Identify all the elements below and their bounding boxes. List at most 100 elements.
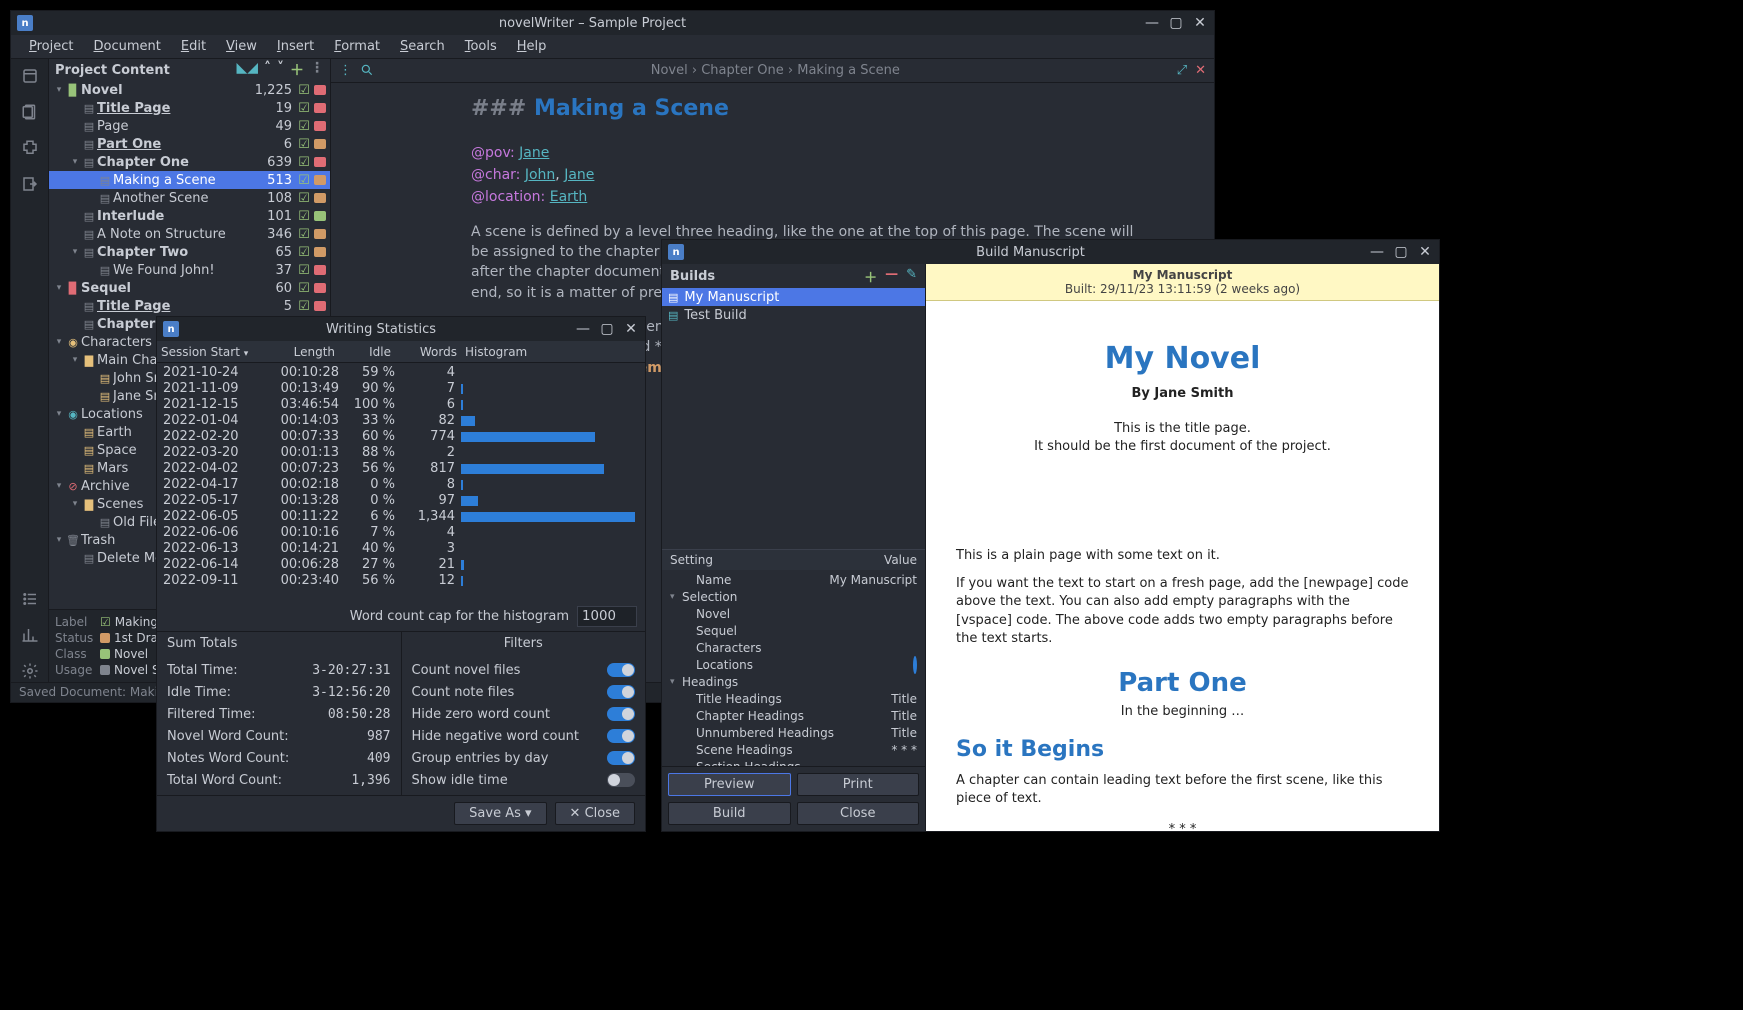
app-icon: n	[163, 321, 179, 337]
maximize-button[interactable]: ▢	[599, 321, 615, 337]
settings-icon[interactable]	[19, 660, 41, 682]
minimize-button[interactable]: —	[575, 321, 591, 337]
maximize-button[interactable]: ▢	[1393, 244, 1409, 260]
setting-row: Sequel	[662, 623, 925, 640]
saveas-button[interactable]: Save As ▾	[454, 802, 546, 825]
setting-row: Section Headings	[662, 759, 925, 767]
close-button[interactable]: ✕	[623, 321, 639, 337]
bookmark-icon[interactable]: ◣◢	[236, 60, 258, 80]
menu-document[interactable]: Document	[84, 36, 171, 57]
setting-row: Chapter HeadingsTitle	[662, 708, 925, 725]
build-button[interactable]: Build	[668, 802, 791, 825]
setting-row: Title HeadingsTitle	[662, 691, 925, 708]
edit-build-icon[interactable]: ✎	[906, 267, 917, 286]
sums-title: Sum Totals	[167, 636, 391, 651]
close-editor-icon[interactable]: ✕	[1195, 63, 1206, 78]
menu-project[interactable]: Project	[19, 36, 84, 57]
minimize-button[interactable]: —	[1369, 244, 1385, 260]
preview-button[interactable]: Preview	[668, 773, 791, 796]
editor-more-icon[interactable]: ⋮	[339, 63, 352, 78]
tree-item[interactable]: ▤Making a Scene513☑	[49, 171, 330, 189]
stats-table-head[interactable]: Session Start ▾LengthIdleWordsHistogram	[157, 341, 645, 363]
setting-row: ▾Selection	[662, 589, 925, 606]
build-banner: My Manuscript Built: 29/11/23 13:11:59 (…	[926, 264, 1439, 301]
tree-item[interactable]: ▾▤Chapter Two65☑	[49, 243, 330, 261]
menu-edit[interactable]: Edit	[171, 36, 216, 57]
filter-toggle[interactable]: Group entries by day	[412, 747, 636, 769]
filter-toggle[interactable]: Hide negative word count	[412, 725, 636, 747]
stats-title: Writing Statistics	[187, 322, 575, 337]
tree-item[interactable]: ▾▤Chapter One639☑	[49, 153, 330, 171]
stats-row: 2022-06-1400:06:2827 %21	[157, 557, 645, 573]
breadcrumb: Novel › Chapter One › Making a Scene	[384, 63, 1167, 78]
stats-row: 2021-11-0900:13:4990 %7	[157, 381, 645, 397]
add-build-icon[interactable]: ＋	[864, 267, 877, 286]
stats-row: 2022-09-1100:23:4056 %12	[157, 573, 645, 589]
filter-toggle[interactable]: Count novel files	[412, 659, 636, 681]
build-list[interactable]: ▤My Manuscript▤Test Build	[662, 288, 925, 324]
tree-item[interactable]: ▤We Found John!37☑	[49, 261, 330, 279]
tree-item[interactable]: ▤Title Page19☑	[49, 99, 330, 117]
stats-row: 2022-06-1300:14:2140 %3	[157, 541, 645, 557]
stats-row: 2022-04-1700:02:180 %8	[157, 477, 645, 493]
filters-title: Filters	[412, 636, 636, 651]
add-icon[interactable]: ＋	[290, 60, 304, 80]
stats-row: 2022-06-0500:11:226 %1,344	[157, 509, 645, 525]
menu-insert[interactable]: Insert	[267, 36, 324, 57]
project-tree-icon[interactable]	[19, 65, 41, 87]
minimize-button[interactable]: —	[1144, 15, 1160, 31]
app-icon: n	[668, 244, 684, 260]
tree-item[interactable]: ▾▉Sequel60☑	[49, 279, 330, 297]
tree-item[interactable]: ▤A Note on Structure346☑	[49, 225, 330, 243]
remove-build-icon[interactable]: —	[885, 267, 898, 286]
setting-head-key: Setting	[670, 553, 884, 567]
stats-table-body: 2021-10-2400:10:2859 %42021-11-0900:13:4…	[157, 363, 645, 589]
setting-row: Scene Headings* * *	[662, 742, 925, 759]
stats-window: n Writing Statistics — ▢ ✕ Session Start…	[156, 316, 646, 832]
menu-help[interactable]: Help	[507, 36, 557, 57]
setting-row: Unnumbered HeadingsTitle	[662, 725, 925, 742]
menu-search[interactable]: Search	[390, 36, 455, 57]
build-item[interactable]: ▤My Manuscript	[662, 288, 925, 306]
expand-icon[interactable]: ⤢	[1177, 63, 1187, 78]
close-button[interactable]: ✕	[1417, 244, 1433, 260]
stats-row: 2022-06-0600:10:167 %4	[157, 525, 645, 541]
more-icon[interactable]: ⋮	[310, 60, 324, 80]
filter-toggle[interactable]: Hide zero word count	[412, 703, 636, 725]
tree-item[interactable]: ▤Page49☑	[49, 117, 330, 135]
tree-item[interactable]: ▾▉Novel1,225☑	[49, 81, 330, 99]
build-window-title: Build Manuscript	[692, 245, 1369, 260]
search-icon[interactable]	[360, 63, 374, 78]
print-button[interactable]: Print	[797, 773, 920, 796]
maximize-button[interactable]: ▢	[1168, 15, 1184, 31]
export-icon[interactable]	[19, 173, 41, 195]
novel-view-icon[interactable]	[19, 101, 41, 123]
setting-row: Novel	[662, 606, 925, 623]
stats-icon[interactable]	[19, 624, 41, 646]
close-button[interactable]: ✕ Close	[555, 802, 635, 825]
close-button[interactable]: ✕	[1192, 15, 1208, 31]
build-preview: My Novel By Jane Smith This is the title…	[926, 301, 1439, 831]
tree-item[interactable]: ▤Interlude101☑	[49, 207, 330, 225]
tree-item[interactable]: ▤Part One6☑	[49, 135, 330, 153]
setting-row: ▾Headings	[662, 674, 925, 691]
build-item[interactable]: ▤Test Build	[662, 306, 925, 324]
setting-row: NameMy Manuscript	[662, 572, 925, 589]
menu-tools[interactable]: Tools	[455, 36, 507, 57]
outline-icon[interactable]	[19, 588, 41, 610]
builds-title: Builds	[670, 269, 864, 284]
cap-input[interactable]	[577, 606, 637, 627]
chevron-up-icon[interactable]: ˄	[264, 60, 271, 80]
menu-format[interactable]: Format	[324, 36, 390, 57]
filter-toggle[interactable]: Count note files	[412, 681, 636, 703]
menu-view[interactable]: View	[216, 36, 267, 57]
chevron-down-icon[interactable]: ˅	[277, 60, 284, 80]
main-titlebar: n novelWriter – Sample Project — ▢ ✕	[11, 11, 1214, 35]
filter-toggle[interactable]: Show idle time	[412, 769, 636, 791]
stats-titlebar: n Writing Statistics — ▢ ✕	[157, 317, 645, 341]
addons-icon[interactable]	[19, 137, 41, 159]
tree-item[interactable]: ▤Another Scene108☑	[49, 189, 330, 207]
close-build-button[interactable]: Close	[797, 802, 920, 825]
tree-item[interactable]: ▤Title Page5☑	[49, 297, 330, 315]
stats-row: 2022-03-2000:01:1388 %2	[157, 445, 645, 461]
